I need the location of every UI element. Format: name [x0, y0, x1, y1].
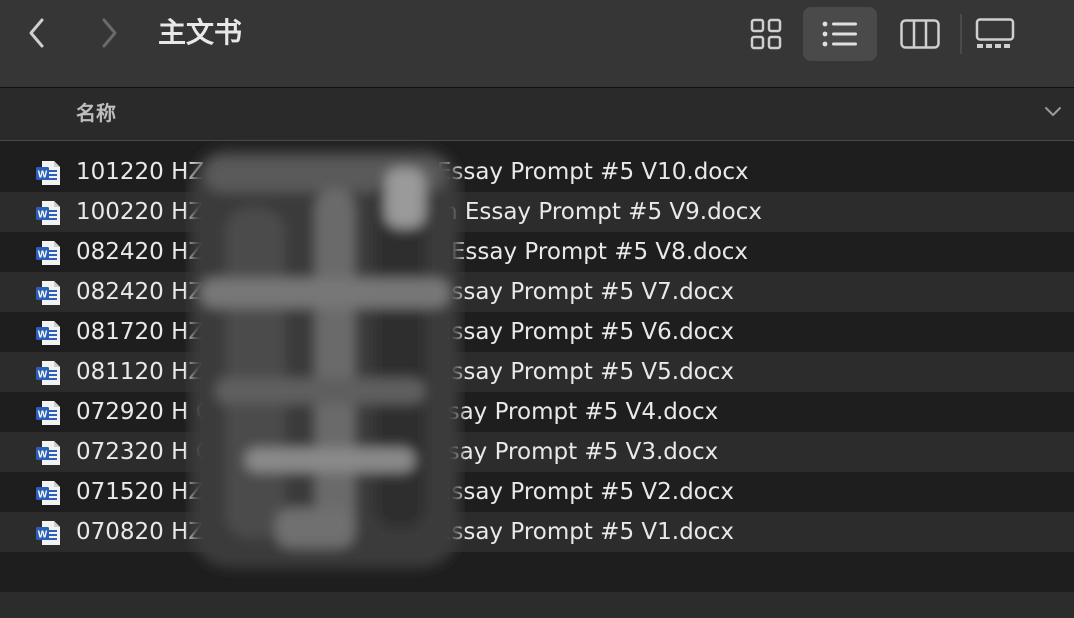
svg-text:W: W [38, 530, 48, 541]
forward-button[interactable] [92, 16, 126, 50]
word-doc-icon: W [36, 521, 60, 545]
redaction-scribble [190, 148, 460, 568]
list-view-button[interactable] [803, 7, 877, 61]
file-row[interactable]: W081120 HZ Common App Main Essay Prompt … [0, 352, 1074, 392]
word-doc-icon: W [36, 201, 60, 225]
chevron-right-icon [102, 18, 117, 48]
svg-text:W: W [38, 370, 48, 381]
columns-icon [900, 19, 940, 49]
chevron-left-icon [29, 18, 44, 48]
word-doc-icon: W [36, 281, 60, 305]
svg-text:W: W [38, 450, 48, 461]
empty-row [0, 592, 1074, 618]
file-row[interactable]: W082420 HZT Common App Main Essay Prompt… [0, 232, 1074, 272]
file-row[interactable]: W100220 HZTA Common App Main Essay Promp… [0, 192, 1074, 232]
gallery-icon [975, 18, 1015, 48]
word-doc-icon: W [36, 441, 60, 465]
svg-text:W: W [38, 410, 48, 421]
svg-text:W: W [38, 210, 48, 221]
word-doc-icon: W [36, 481, 60, 505]
file-row[interactable]: W071520 HZ Common App Main Essay Prompt … [0, 472, 1074, 512]
file-row[interactable]: W070820 HZ Common App Main Essay Prompt … [0, 512, 1074, 552]
file-row[interactable]: W082420 HZ Common App Main Essay Prompt … [0, 272, 1074, 312]
window-title: 主文书 [158, 16, 243, 49]
icon-view-button[interactable] [729, 7, 803, 61]
word-doc-icon: W [36, 161, 60, 185]
svg-text:W: W [38, 330, 48, 341]
file-row[interactable]: W081720 HZ Common App Main Essay Prompt … [0, 312, 1074, 352]
toolbar: 主文书 [0, 0, 1074, 88]
list-header: 名称 [0, 88, 1074, 141]
back-button[interactable] [20, 16, 54, 50]
file-row[interactable]: W072320 H Common App Main Essay Prompt #… [0, 432, 1074, 472]
word-doc-icon: W [36, 241, 60, 265]
svg-text:W: W [38, 170, 48, 181]
file-row[interactable]: W101220 HZ Common App Main Essay Prompt … [0, 152, 1074, 192]
svg-text:W: W [38, 250, 48, 261]
name-column-header[interactable]: 名称 [76, 100, 116, 126]
grid-icon [750, 18, 782, 50]
svg-text:W: W [38, 490, 48, 501]
file-list: W101220 HZ Common App Main Essay Prompt … [0, 152, 1074, 552]
svg-text:W: W [38, 290, 48, 301]
gallery-view-button[interactable] [958, 7, 1032, 61]
word-doc-icon: W [36, 401, 60, 425]
list-icon [822, 21, 857, 47]
column-view-button[interactable] [883, 7, 957, 61]
word-doc-icon: W [36, 361, 60, 385]
file-row[interactable]: W072920 H Common App Main Essay Prompt #… [0, 392, 1074, 432]
word-doc-icon: W [36, 321, 60, 345]
chevron-down-icon[interactable] [1044, 106, 1062, 118]
